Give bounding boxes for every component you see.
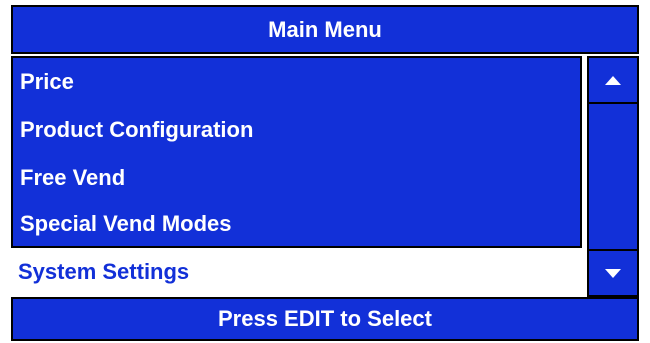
- menu-item-product-configuration[interactable]: Product Configuration: [13, 106, 580, 154]
- footer-instruction: Press EDIT to Select: [218, 306, 432, 331]
- menu-item-label: Product Configuration: [20, 117, 254, 142]
- menu-item-label: Price: [20, 69, 74, 94]
- menu-item-label: System Settings: [18, 259, 190, 284]
- menu-list: Price Product Configuration Free Vend Sp…: [11, 56, 582, 248]
- title-bar: Main Menu: [11, 5, 639, 54]
- page-title: Main Menu: [268, 16, 382, 42]
- menu-item-label: Free Vend: [20, 165, 126, 190]
- scroll-track[interactable]: [589, 104, 637, 249]
- menu-item-price[interactable]: Price: [13, 58, 580, 106]
- menu-item-special-vend-modes[interactable]: Special Vend Modes: [13, 200, 580, 248]
- scroll-down-button[interactable]: [587, 249, 639, 297]
- footer-bar: Press EDIT to Select: [11, 297, 639, 341]
- scrollbar[interactable]: [587, 56, 639, 297]
- menu-item-system-settings-selected[interactable]: System Settings: [11, 248, 582, 296]
- menu-item-free-vend[interactable]: Free Vend: [13, 154, 580, 202]
- menu-screen: Main Menu Price Product Configuration Fr…: [0, 0, 650, 343]
- scroll-up-button[interactable]: [587, 56, 639, 104]
- menu-item-label: Special Vend Modes: [20, 211, 232, 236]
- triangle-down-icon: [605, 268, 621, 278]
- triangle-up-icon: [605, 75, 621, 85]
